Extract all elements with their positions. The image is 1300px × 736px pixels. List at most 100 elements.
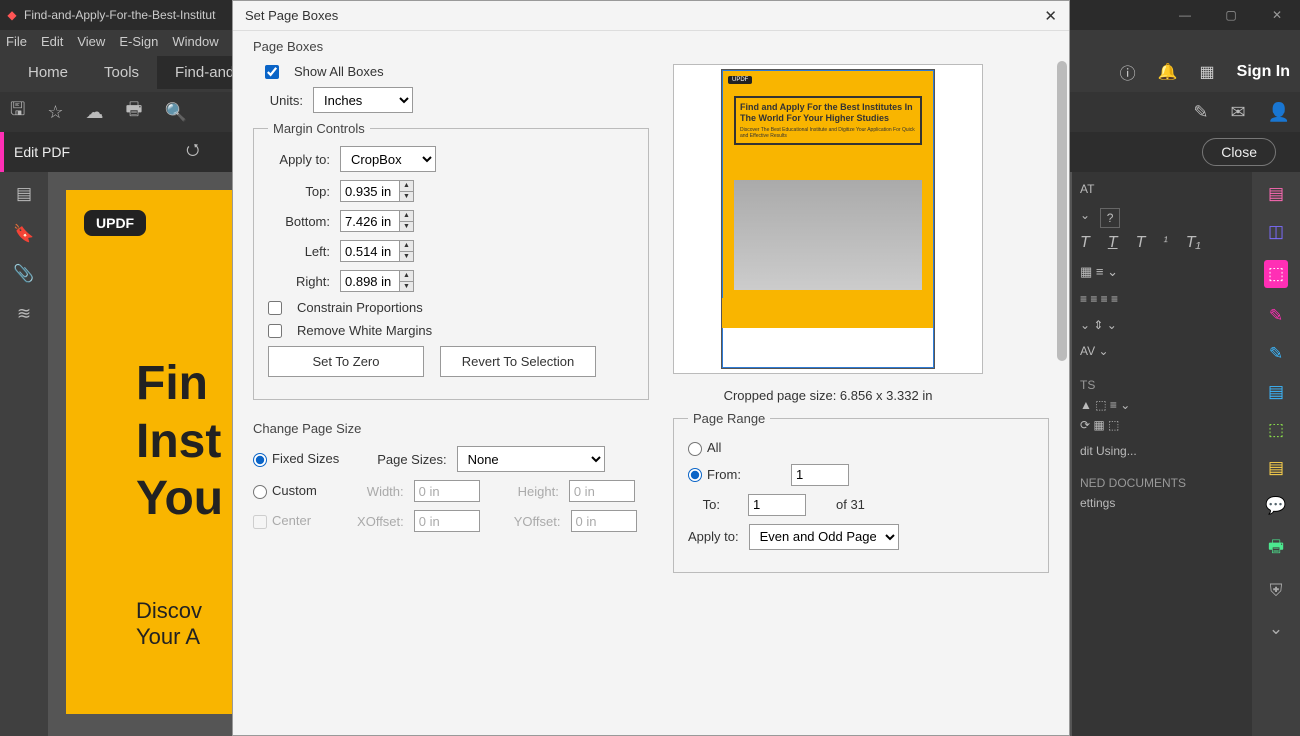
doc-subline: DiscovYour A xyxy=(136,598,202,650)
units-label: Units: xyxy=(265,93,303,108)
doc-headline: FinInstYou xyxy=(136,355,223,528)
attach-icon[interactable]: 📎 xyxy=(13,264,34,284)
width-label: Width: xyxy=(367,484,404,499)
bookmark-icon[interactable]: 🔖 xyxy=(13,224,34,244)
print-icon[interactable]: 🖶 xyxy=(125,97,142,127)
width-input xyxy=(414,480,480,502)
of-pages-label: of 31 xyxy=(836,497,865,512)
from-radio[interactable]: From: xyxy=(688,467,741,483)
page-boxes-heading: Page Boxes xyxy=(253,39,1049,54)
to-label: To: xyxy=(692,497,720,512)
menu-edit[interactable]: Edit xyxy=(41,34,63,49)
convert-icon[interactable]: ◫ xyxy=(1268,222,1284,242)
pr-apply-to-select[interactable]: Even and Odd Pages xyxy=(749,524,899,550)
cloud-icon[interactable]: ☁ xyxy=(85,102,103,123)
apply-to-select[interactable]: CropBox xyxy=(340,146,436,172)
center-checkbox: Center xyxy=(253,513,311,529)
search-icon[interactable]: 🔍 xyxy=(164,102,186,123)
close-button[interactable]: Close xyxy=(1202,138,1276,166)
sign-icon[interactable]: ✎ xyxy=(1193,102,1208,123)
remove-white-checkbox[interactable] xyxy=(268,324,282,338)
apply-to-label: Apply to: xyxy=(268,152,330,167)
set-to-zero-button[interactable]: Set To Zero xyxy=(268,346,424,377)
show-all-boxes-label: Show All Boxes xyxy=(294,64,384,79)
top-spin-down[interactable]: ▼ xyxy=(399,192,413,202)
right-spin-up[interactable]: ▲ xyxy=(399,271,413,282)
left-spin-down[interactable]: ▼ xyxy=(399,252,413,262)
dialog-titlebar: Set Page Boxes ✕ xyxy=(233,1,1069,31)
menu-view[interactable]: View xyxy=(77,34,105,49)
change-page-size-heading: Change Page Size xyxy=(253,421,649,436)
to-input[interactable] xyxy=(748,494,806,516)
pr-apply-to-label: Apply to: xyxy=(688,529,739,544)
minimize-button[interactable]: — xyxy=(1162,0,1208,30)
height-input xyxy=(569,480,635,502)
organize-icon[interactable]: ⬚ xyxy=(1268,420,1284,440)
pages-icon[interactable]: ▤ xyxy=(16,184,32,204)
doc-logo: UPDF xyxy=(84,210,146,236)
yoffset-label: YOffset: xyxy=(514,514,561,529)
dialog-scrollbar[interactable] xyxy=(1057,61,1067,361)
avatar-icon[interactable]: 👤 xyxy=(1268,102,1290,123)
page-range-legend: Page Range xyxy=(688,411,770,426)
from-input[interactable] xyxy=(791,464,849,486)
custom-radio[interactable]: Custom xyxy=(253,483,317,499)
comment-icon[interactable]: 💬 xyxy=(1265,496,1286,516)
add-page-icon[interactable]: ▤ xyxy=(1268,184,1284,204)
tab-home[interactable]: Home xyxy=(10,56,86,89)
margin-controls-legend: Margin Controls xyxy=(268,121,370,136)
show-all-boxes-checkbox[interactable] xyxy=(265,65,279,79)
bottom-label: Bottom: xyxy=(268,214,330,229)
save-icon[interactable]: 🖫 xyxy=(10,97,25,127)
menu-esign[interactable]: E-Sign xyxy=(119,34,158,49)
bell-icon[interactable]: 🔔 xyxy=(1158,62,1178,82)
edit-icon[interactable]: ⭯ xyxy=(186,139,199,166)
constrain-checkbox[interactable] xyxy=(268,301,282,315)
left-rail: ▤ 🔖 📎 ≋ xyxy=(0,172,48,736)
mail-icon[interactable]: ✉ xyxy=(1230,102,1245,123)
top-spin-up[interactable]: ▲ xyxy=(399,181,413,192)
set-page-boxes-dialog: Set Page Boxes ✕ Page Boxes Show All Box… xyxy=(232,0,1070,736)
chevron-down-icon[interactable]: ⌄ xyxy=(1269,619,1283,639)
right-spin-down[interactable]: ▼ xyxy=(399,282,413,292)
grid-icon[interactable]: ▦ xyxy=(1200,62,1215,82)
copy-icon[interactable]: ▤ xyxy=(1268,458,1284,478)
revert-button[interactable]: Revert To Selection xyxy=(440,346,596,377)
edit-icon2[interactable]: ✎ xyxy=(1269,344,1283,364)
print-icon2[interactable]: 🖶 xyxy=(1268,534,1284,563)
all-radio[interactable]: All xyxy=(688,440,721,456)
dialog-title: Set Page Boxes xyxy=(245,8,338,23)
height-label: Height: xyxy=(518,484,559,499)
layers-icon[interactable]: ≋ xyxy=(17,304,31,324)
crop-tool-icon[interactable]: ⬚ xyxy=(1264,260,1288,288)
star-icon[interactable]: ☆ xyxy=(47,102,63,123)
fixed-sizes-radio[interactable]: Fixed Sizes xyxy=(253,451,339,467)
app-icon: ◆ xyxy=(0,8,24,22)
menu-file[interactable]: File xyxy=(6,34,27,49)
remove-white-label: Remove White Margins xyxy=(297,323,432,338)
yoffset-input xyxy=(571,510,637,532)
shield-icon[interactable]: ⛨ xyxy=(1270,581,1283,601)
tab-tools[interactable]: Tools xyxy=(86,56,157,89)
margin-controls-fieldset: Margin Controls Apply to: CropBox Top: ▲… xyxy=(253,121,649,400)
left-spin-up[interactable]: ▲ xyxy=(399,241,413,252)
sign-in-button[interactable]: Sign In xyxy=(1237,63,1290,81)
bottom-spin-down[interactable]: ▼ xyxy=(399,222,413,232)
page-range-fieldset: Page Range All From: To: of 31 A xyxy=(673,411,1049,573)
units-select[interactable]: Inches xyxy=(313,87,413,113)
format-panel: AT ⌄? T T T¹ T₁ ▦ ≡ ⌄ ≡ ≡ ≡ ≡ ⌄ ⇕ ⌄ AV ⌄… xyxy=(1072,172,1252,736)
xoffset-input xyxy=(414,510,480,532)
dialog-close-button[interactable]: ✕ xyxy=(1044,7,1057,25)
menu-window[interactable]: Window xyxy=(172,34,218,49)
help-icon[interactable]: ⓘ xyxy=(1120,60,1136,84)
right-label: Right: xyxy=(268,274,330,289)
page-sizes-select[interactable]: None xyxy=(457,446,605,472)
window-title: Find-and-Apply-For-the-Best-Institut xyxy=(24,8,215,22)
close-window-button[interactable]: ✕ xyxy=(1254,0,1300,30)
bottom-spin-up[interactable]: ▲ xyxy=(399,211,413,222)
export-icon[interactable]: ▤ xyxy=(1268,382,1284,402)
signature-icon[interactable]: ✎ xyxy=(1269,306,1283,326)
maximize-button[interactable]: ▢ xyxy=(1208,0,1254,30)
page-preview: UPDF Find and Apply For the Best Institu… xyxy=(673,64,983,374)
left-label: Left: xyxy=(268,244,330,259)
